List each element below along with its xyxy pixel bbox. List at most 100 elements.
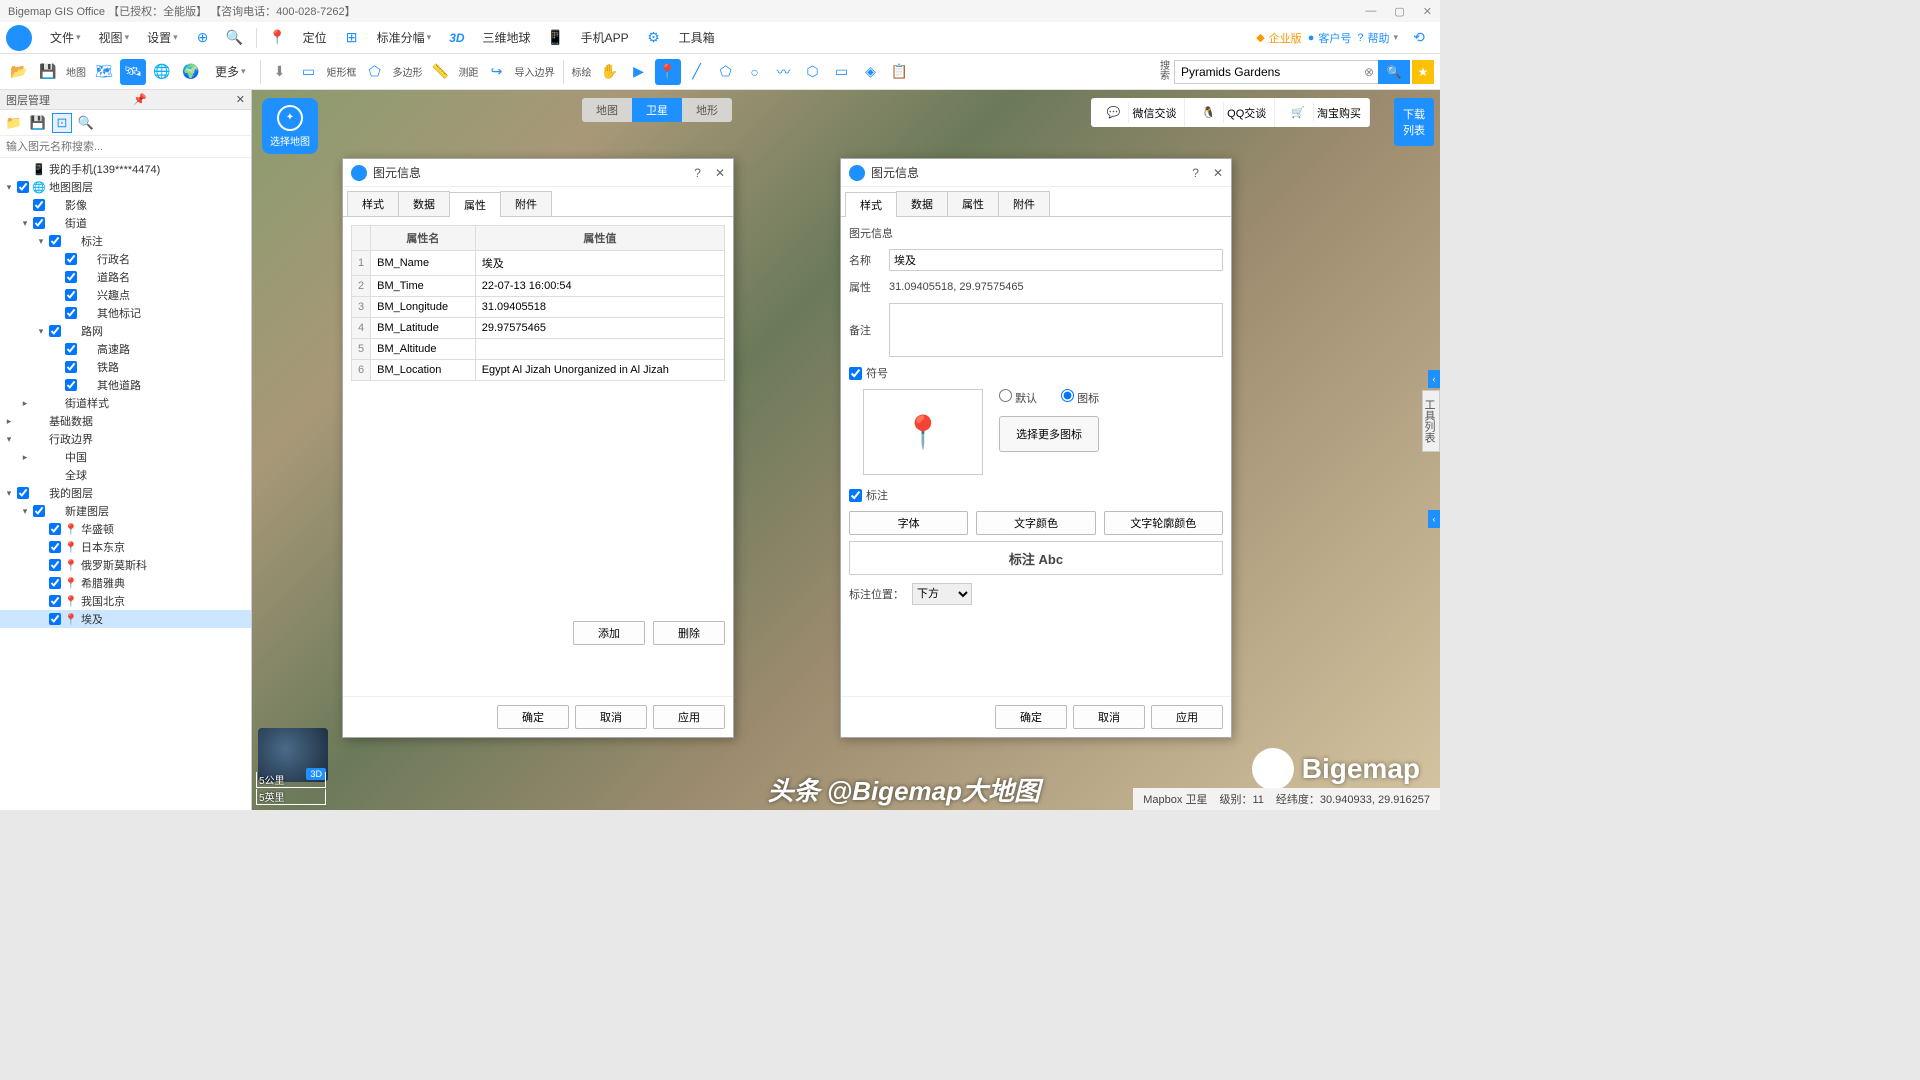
rect2-icon[interactable]: ▭ (829, 59, 855, 85)
menu-view[interactable]: 视图▾ (91, 25, 138, 50)
dialog-tab[interactable]: 样式 (347, 191, 399, 216)
tree-checkbox[interactable] (49, 595, 61, 607)
menu-grid[interactable]: 标准分幅▾ (369, 25, 440, 50)
tree-item[interactable]: 📍华盛顿 (0, 520, 251, 538)
toolbar-more[interactable]: 更多▾ (207, 59, 254, 84)
table-row[interactable]: 6BM_LocationEgypt Al Jizah Unorganized i… (352, 360, 725, 381)
apply-button[interactable]: 应用 (653, 705, 725, 729)
table-row[interactable]: 2BM_Time22-07-13 16:00:54 (352, 276, 725, 297)
menu-3d[interactable]: 3D (441, 27, 472, 49)
download-list-button[interactable]: 下载列表 (1394, 98, 1434, 146)
tree-item[interactable]: 📱我的手机(139****4474) (0, 160, 251, 178)
menu-locate[interactable]: 定位 (295, 25, 335, 50)
tree-item[interactable]: 📍日本东京 (0, 538, 251, 556)
menu-toolbox[interactable]: 工具箱 (671, 25, 723, 50)
dialog-tab[interactable]: 附件 (500, 191, 552, 216)
contact-link[interactable]: 🐧QQ交谈 (1185, 98, 1275, 127)
table-row[interactable]: 4BM_Latitude29.97575465 (352, 318, 725, 339)
layer1-icon[interactable]: 🗺 (91, 59, 117, 85)
tree-item[interactable]: 铁路 (0, 358, 251, 376)
layer2-icon[interactable]: 🛰 (120, 59, 146, 85)
contact-link[interactable]: 🛒淘宝购买 (1275, 98, 1370, 127)
tree-item[interactable]: 行政名 (0, 250, 251, 268)
search-input[interactable] (1174, 60, 1384, 84)
toolbox-icon[interactable]: ⚙ (643, 27, 665, 49)
text-color-button[interactable]: 文字颜色 (976, 511, 1095, 535)
curve-icon[interactable]: 〰 (771, 59, 797, 85)
ruler-icon[interactable]: 📏 (428, 59, 454, 85)
position-select[interactable]: 下方 (912, 583, 972, 605)
apply-button[interactable]: 应用 (1151, 705, 1223, 729)
tree-checkbox[interactable] (49, 325, 61, 337)
radio-icon[interactable]: 图标 (1061, 389, 1099, 406)
tree-item[interactable]: 其他标记 (0, 304, 251, 322)
tree-item[interactable]: ▾路网 (0, 322, 251, 340)
table-row[interactable]: 3BM_Longitude31.09405518 (352, 297, 725, 318)
ok-button[interactable]: 确定 (995, 705, 1067, 729)
tree-checkbox[interactable] (33, 199, 45, 211)
symbol-checkbox[interactable] (849, 367, 862, 380)
tree-checkbox[interactable] (49, 541, 61, 553)
more-icons-button[interactable]: 选择更多图标 (999, 416, 1099, 452)
close-panel-icon[interactable]: ✕ (236, 93, 245, 106)
favorite-button[interactable]: ★ (1412, 60, 1434, 84)
save-icon[interactable]: 💾 (35, 59, 61, 85)
tree-checkbox[interactable] (65, 253, 77, 265)
cancel-button[interactable]: 取消 (1073, 705, 1145, 729)
name-input[interactable] (889, 249, 1223, 271)
table-row[interactable]: 5BM_Altitude (352, 339, 725, 360)
tree-item[interactable]: 影像 (0, 196, 251, 214)
search-icon[interactable]: 🔍 (224, 27, 246, 49)
font-button[interactable]: 字体 (849, 511, 968, 535)
dialog-tab[interactable]: 属性 (947, 191, 999, 216)
tree-item[interactable]: ▾新建图层 (0, 502, 251, 520)
mobile-icon[interactable]: 📱 (545, 27, 567, 49)
outline-color-button[interactable]: 文字轮廓颜色 (1104, 511, 1223, 535)
help-icon[interactable]: ? (1192, 166, 1199, 180)
open-icon[interactable]: 📂 (6, 59, 32, 85)
basemap-tab[interactable]: 地图 (582, 98, 632, 122)
dialog-tab[interactable]: 附件 (998, 191, 1050, 216)
sync-icon[interactable]: ⟲ (1408, 27, 1430, 49)
add-button[interactable]: 添加 (573, 621, 645, 645)
tree-checkbox[interactable] (49, 235, 61, 247)
tree-item[interactable]: ▸中国 (0, 448, 251, 466)
basemap-tab[interactable]: 卫星 (632, 98, 682, 122)
tree-item[interactable]: 道路名 (0, 268, 251, 286)
map-canvas[interactable]: ✦ 选择地图 地图卫星地形 选择行政区域 💬微信交谈🐧QQ交谈🛒淘宝购买 下载列… (252, 90, 1440, 810)
help-link[interactable]: ?帮助▾ (1357, 30, 1398, 46)
tree-item[interactable]: 📍希腊雅典 (0, 574, 251, 592)
tree-item[interactable]: ▸街道样式 (0, 394, 251, 412)
tree-item[interactable]: ▸基础数据 (0, 412, 251, 430)
tree-item[interactable]: 全球 (0, 466, 251, 484)
rect-icon[interactable]: ▭ (296, 59, 322, 85)
contact-link[interactable]: 💬微信交谈 (1091, 98, 1186, 127)
close-icon[interactable]: ✕ (1423, 5, 1432, 18)
layer-search-input[interactable] (0, 136, 251, 158)
tree-item[interactable]: ▾标注 (0, 232, 251, 250)
tree-checkbox[interactable] (33, 505, 45, 517)
tree-item[interactable]: ▾街道 (0, 214, 251, 232)
tree-item[interactable]: ▾我的图层 (0, 484, 251, 502)
tree-checkbox[interactable] (65, 361, 77, 373)
pin-icon[interactable]: 📌 (133, 93, 147, 106)
dialog-tab[interactable]: 数据 (896, 191, 948, 216)
tree-checkbox[interactable] (49, 613, 61, 625)
find-icon[interactable]: 🔍 (76, 113, 96, 133)
tree-checkbox[interactable] (49, 559, 61, 571)
tree-checkbox[interactable] (49, 523, 61, 535)
clear-icon[interactable]: ⊗ (1364, 65, 1374, 79)
import-icon[interactable]: ↪ (484, 59, 510, 85)
polygon-icon[interactable]: ⬠ (362, 59, 388, 85)
tool-list-panel[interactable]: 工具列表 (1422, 390, 1440, 452)
menu-globe[interactable]: 三维地球 (475, 25, 539, 50)
dialog-tab[interactable]: 数据 (398, 191, 450, 216)
delete-button[interactable]: 删除 (653, 621, 725, 645)
marker-icon[interactable]: 📍 (655, 59, 681, 85)
cancel-button[interactable]: 取消 (575, 705, 647, 729)
help-icon[interactable]: ? (694, 166, 701, 180)
tree-item[interactable]: ▾🌐地图图层 (0, 178, 251, 196)
menu-mobile[interactable]: 手机APP (573, 25, 637, 50)
tree-item[interactable]: 📍我国北京 (0, 592, 251, 610)
tree-item[interactable]: ▾行政边界 (0, 430, 251, 448)
